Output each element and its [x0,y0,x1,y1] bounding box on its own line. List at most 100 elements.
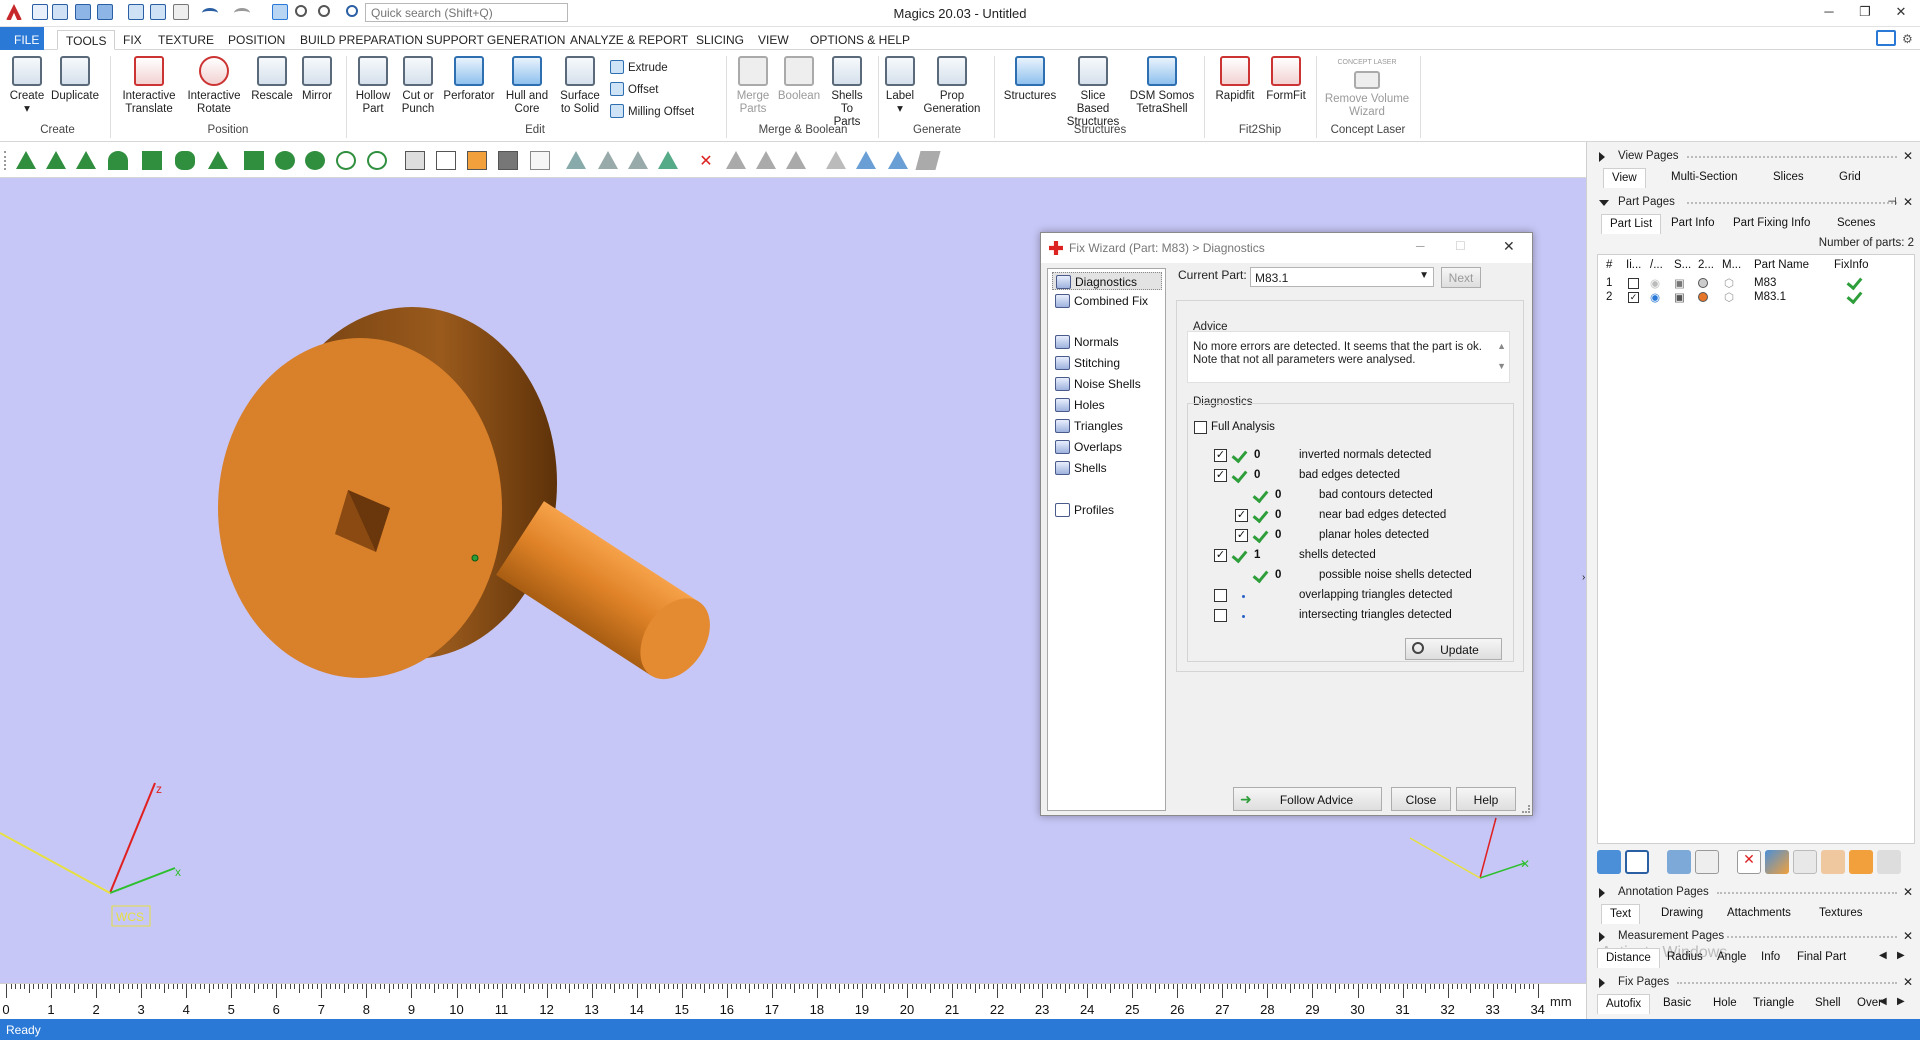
mark-cylinder-icon[interactable] [175,151,195,170]
overlapping-triangles-checkbox[interactable] [1214,589,1227,602]
hollow-part-button[interactable]: Hollow Part [352,56,394,116]
mark-flip-icon[interactable] [856,151,876,169]
planar-holes-checkbox[interactable]: ✓ [1235,529,1248,542]
merge-parts-button[interactable]: Merge Parts [732,56,774,116]
tab-final-part[interactable]: Final Part [1789,948,1854,968]
shrink-marking-icon[interactable] [786,151,806,169]
rescale-button[interactable]: Rescale [250,56,294,103]
interactive-rotate-button[interactable]: Interactive Rotate [184,56,244,116]
tab-view[interactable]: View [1603,168,1646,188]
tab-scroll-left-icon[interactable]: ◀ [1879,996,1887,1007]
tab-position[interactable]: POSITION [220,30,293,50]
dialog-title-bar[interactable]: Fix Wizard (Part: M83) > Diagnostics ─ ☐… [1041,233,1532,263]
resize-grip[interactable] [1522,805,1530,813]
next-button[interactable]: Next [1441,267,1481,288]
view-pages-header[interactable]: View Pages ✕ [1587,148,1920,166]
fix-pages-header[interactable]: Fix Pages ✕ [1587,974,1920,992]
extrude-button[interactable]: Extrude [610,60,668,74]
help-button[interactable]: Help [1456,787,1516,811]
milling-offset-button[interactable]: Milling Offset [610,104,694,118]
eye-icon[interactable]: ◉ [1650,290,1660,304]
dialog-close-x-button[interactable]: ✕ [1503,238,1515,255]
tab-scenes[interactable]: Scenes [1829,214,1883,234]
tab-triangle[interactable]: Triangle [1745,994,1802,1014]
col-color[interactable]: 2... [1698,259,1714,271]
tab-fix[interactable]: FIX [115,30,150,50]
color-swatch[interactable] [1698,292,1708,302]
select-all-icon[interactable] [1625,850,1649,874]
nav-normals[interactable]: Normals [1052,333,1162,351]
tab-tools[interactable]: TOOLS [57,30,116,50]
shading-icon[interactable]: ▣ [1674,290,1685,304]
tab-analyze-report[interactable]: ANALYZE & REPORT [562,30,696,50]
nav-noise-shells[interactable]: Noise Shells [1052,375,1162,393]
prop-generation-button[interactable]: Prop Generation [920,56,984,116]
dialog-minimize-button[interactable]: ─ [1416,239,1425,253]
mark-circle-icon[interactable] [367,151,387,170]
load-part-icon[interactable] [1597,850,1621,874]
color-part-icon[interactable] [1765,850,1789,874]
tab-options-help[interactable]: OPTIONS & HELP [802,30,918,50]
invert-marking-icon[interactable] [726,151,746,169]
unmark-surface-icon[interactable] [628,151,648,169]
tab-file[interactable]: FILE [0,27,44,50]
tab-angle[interactable]: Angle [1709,948,1754,968]
include-checkbox[interactable] [1628,278,1639,289]
full-analysis-checkbox[interactable] [1194,421,1207,434]
tag-orange-icon[interactable] [1849,850,1873,874]
dsm-tetrashell-button[interactable]: DSM Somos TetraShell [1128,56,1196,116]
mark-region-icon[interactable] [915,151,941,170]
restore-button[interactable]: ❐ [1850,4,1880,22]
col-number[interactable]: # [1606,259,1612,271]
duplicate-button[interactable]: Duplicate [50,56,100,103]
bad-edges-checkbox[interactable]: ✓ [1214,469,1227,482]
tab-part-info[interactable]: Part Info [1663,214,1722,234]
nav-overlaps[interactable]: Overlaps [1052,438,1162,456]
include-checkbox[interactable]: ✓ [1628,292,1639,303]
mark-plane-icon[interactable] [46,151,66,169]
unmark-triangle-icon[interactable] [566,151,586,169]
interactive-translate-button[interactable]: Interactive Translate [118,56,180,116]
col-shading[interactable]: S... [1674,259,1691,271]
tab-textures[interactable]: Textures [1811,904,1870,924]
remove-volume-wizard-button[interactable]: CONCEPT LASER Remove Volume Wizard [1322,56,1412,119]
pin-icon[interactable]: ⊣ [1887,195,1897,208]
hide-parts-icon[interactable] [1695,850,1719,874]
label-button[interactable]: Label ▾ [882,56,918,116]
table-row[interactable]: 1 ◉ ▣ ⬡ M83 [1598,277,1914,291]
col-visible[interactable]: /... [1650,259,1663,271]
tab-text[interactable]: Text [1601,904,1641,924]
tab-support-generation[interactable]: SUPPORT GENERATION [418,30,573,50]
mark-curve-icon[interactable] [208,151,228,169]
surface-to-solid-button[interactable]: Surface to Solid [556,56,604,116]
tab-autofix[interactable]: Autofix [1597,994,1651,1014]
formfit-button[interactable]: FormFit [1262,56,1310,103]
dark-cube-icon[interactable] [498,151,518,170]
wire-cube-icon[interactable] [436,151,456,170]
mark-outline-icon[interactable] [826,151,846,169]
tab-view[interactable]: VIEW [750,30,797,50]
color-cube-icon[interactable] [467,151,487,170]
shaft[interactable] [496,501,724,692]
close-window-button[interactable]: ✕ [1886,4,1916,22]
advice-scrollbar[interactable]: ▲ ▼ [1497,336,1506,376]
tab-drawing[interactable]: Drawing [1653,904,1711,924]
tab-build-preparation[interactable]: BUILD PREPARATION [292,30,431,50]
panel-collapse-handle[interactable]: › [1582,572,1585,583]
eye-icon[interactable]: ◉ [1650,276,1660,290]
nav-profiles[interactable]: Profiles [1052,501,1162,519]
expand-marking-icon[interactable] [756,151,776,169]
tab-part-fixing-info[interactable]: Part Fixing Info [1725,214,1818,234]
nav-triangles[interactable]: Triangles [1052,417,1162,435]
tab-multi-section[interactable]: Multi-Section [1663,168,1745,188]
tab-info[interactable]: Info [1753,948,1788,968]
mark-mirror-icon[interactable] [888,151,908,169]
shells-checkbox[interactable]: ✓ [1214,549,1227,562]
nav-stitching[interactable]: Stitching [1052,354,1162,372]
mark-star-icon[interactable] [305,151,325,170]
show-parts-icon[interactable] [1667,850,1691,874]
nav-holes[interactable]: Holes [1052,396,1162,414]
tab-slices[interactable]: Slices [1765,168,1812,188]
tab-hole[interactable]: Hole [1705,994,1745,1014]
minimize-button[interactable]: ─ [1814,4,1844,22]
